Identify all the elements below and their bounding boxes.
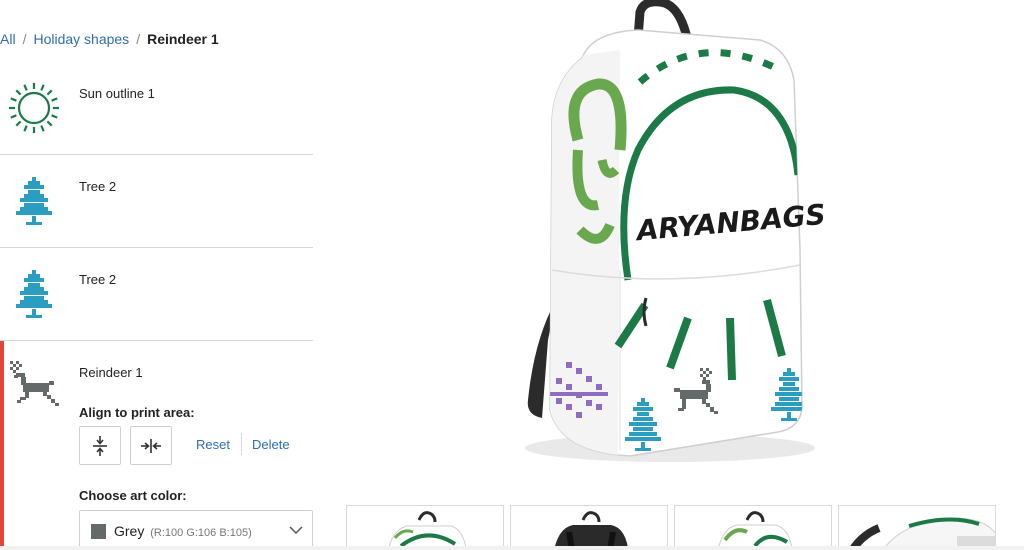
backpack-thumbnail-image (847, 517, 995, 550)
breadcrumb-link-holiday-shapes[interactable]: Holiday shapes (33, 31, 129, 47)
sun-outline-icon (9, 83, 59, 133)
pixel-tree-icon (16, 177, 52, 225)
align-vertical-center-icon (93, 435, 107, 456)
breadcrumb-link-all[interactable]: All (0, 31, 16, 47)
align-horizontal-center-button[interactable] (130, 426, 172, 465)
breadcrumb-separator: / (22, 31, 27, 47)
color-select-value: Grey (R:100 G:106 B:105) (114, 523, 252, 539)
backpack-thumbnail-image (717, 511, 793, 550)
color-values: (R:100 G:106 B:105) (150, 527, 252, 539)
color-name: Grey (114, 523, 145, 539)
breadcrumb-current: Reindeer 1 (147, 31, 219, 47)
art-color-title: Choose art color: (79, 488, 187, 503)
breadcrumb: All / Holiday shapes / Reindeer 1 (0, 31, 219, 47)
align-horizontal-center-icon (141, 438, 161, 453)
art-list-item-tree[interactable]: Tree 2 (0, 155, 313, 248)
thumbnail-backpack-front[interactable] (346, 505, 504, 550)
art-list-item-label: Tree 2 (79, 272, 117, 287)
thumbnail-backpack-back[interactable] (510, 505, 668, 550)
art-list-item-tree[interactable]: Tree 2 (0, 248, 313, 341)
art-list-item-label: Sun outline 1 (79, 86, 155, 101)
selected-accent-bar (0, 341, 4, 550)
backpack-thumbnail-image (554, 511, 629, 550)
art-list-panel: Sun outline 1 Tree 2 Tree 2 Reindeer 1 A… (0, 62, 313, 550)
thumbnail-backpack-side[interactable] (674, 505, 832, 550)
pixel-reindeer-icon (10, 361, 59, 406)
backpack-thumbnail-image (387, 511, 467, 550)
art-list-item-label: Tree 2 (79, 179, 117, 194)
chevron-down-icon (289, 526, 303, 535)
backpack-product-image: ARYANBAGS (525, 0, 827, 462)
art-list-item-reindeer-selected[interactable]: Reindeer 1 Align to print area: Reset De… (0, 341, 313, 550)
breadcrumb-separator: / (136, 31, 141, 47)
art-color-select[interactable]: Grey (R:100 G:106 B:105) (79, 510, 313, 550)
art-list-item-sun-outline[interactable]: Sun outline 1 (0, 62, 313, 155)
action-divider (241, 433, 242, 455)
delete-button[interactable]: Delete (252, 437, 290, 452)
thumbnail-backpack-detail[interactable] (838, 505, 996, 550)
bottom-divider (0, 546, 1024, 550)
color-swatch (91, 524, 106, 539)
art-list-item-label: Reindeer 1 (79, 365, 143, 380)
pixel-tree-icon (16, 270, 52, 318)
align-section-title: Align to print area: (79, 405, 195, 420)
align-vertical-center-button[interactable] (79, 426, 121, 465)
reset-button[interactable]: Reset (196, 437, 230, 452)
